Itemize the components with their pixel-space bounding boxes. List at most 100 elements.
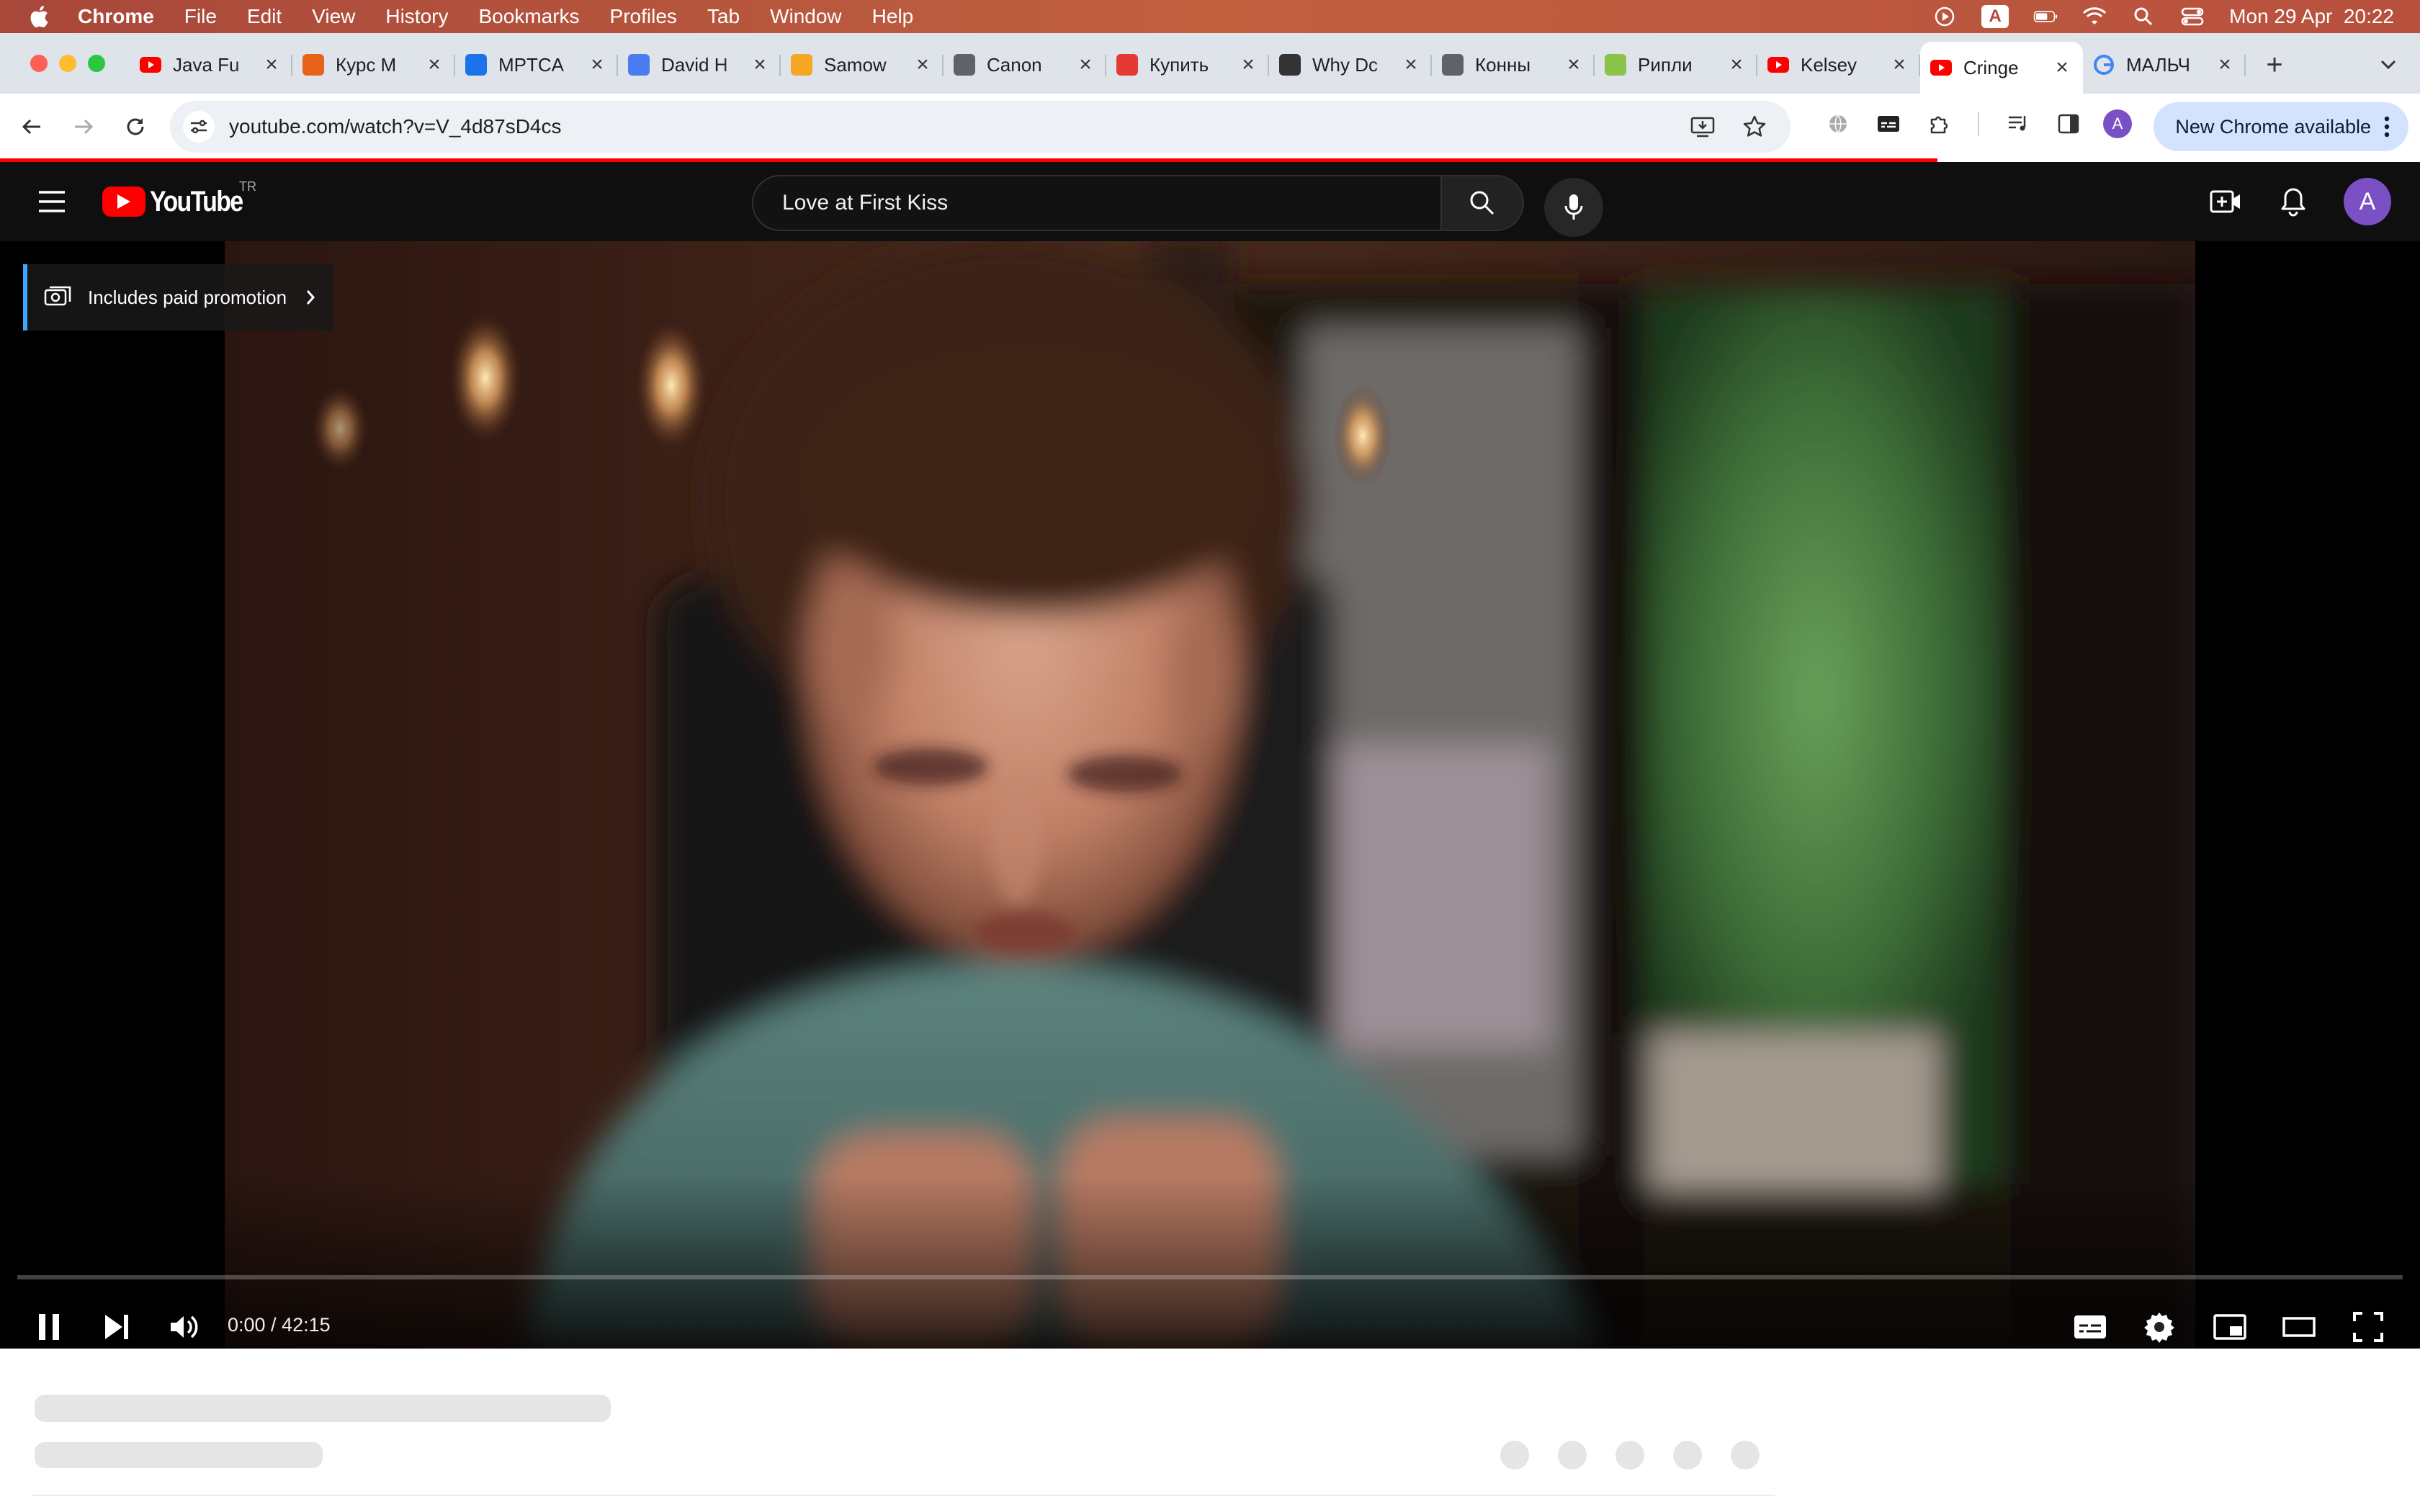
browser-tab[interactable]: David H × — [618, 42, 781, 88]
browser-tab[interactable]: Cringe × — [1920, 42, 2083, 94]
tab-title: Рипли — [1638, 53, 1693, 76]
menu-profiles[interactable]: Profiles — [610, 5, 677, 28]
pause-button[interactable] — [23, 1301, 75, 1349]
close-tab-icon[interactable]: × — [749, 53, 771, 76]
subtitles-button[interactable] — [2064, 1301, 2116, 1349]
tab-title: МАЛЬЧ — [2126, 53, 2190, 76]
close-tab-icon[interactable]: × — [424, 53, 445, 76]
site-info-tune-icon[interactable] — [183, 111, 215, 143]
settings-button[interactable] — [2133, 1301, 2185, 1349]
forward-arrow-icon[interactable] — [65, 108, 102, 145]
guide-menu-icon[interactable] — [36, 188, 68, 215]
notifications-bell-icon[interactable] — [2276, 184, 2311, 219]
close-tab-icon[interactable]: × — [1400, 53, 1422, 76]
channel-skeleton — [35, 1442, 323, 1468]
volume-icon — [171, 1315, 198, 1338]
create-video-icon[interactable] — [2208, 184, 2243, 219]
action-skeleton-dot — [1615, 1441, 1644, 1470]
install-app-icon[interactable] — [1687, 111, 1718, 143]
menu-window[interactable]: Window — [770, 5, 842, 28]
voice-search-button[interactable] — [1544, 178, 1603, 237]
screen-record-icon[interactable] — [1932, 6, 1957, 27]
browser-tab[interactable]: Курс M × — [292, 42, 455, 88]
account-avatar[interactable]: A — [2344, 178, 2391, 225]
menubar-clock[interactable]: Mon 29 Apr 20:22 — [2229, 5, 2394, 28]
new-chrome-available-button[interactable]: New Chrome available — [2154, 102, 2408, 151]
browser-tab[interactable]: Canon × — [944, 42, 1106, 88]
translate-globe-icon[interactable] — [1822, 108, 1854, 140]
profile-avatar-small[interactable]: A — [2103, 109, 2132, 138]
macos-menu-bar: Chrome File Edit View History Bookmarks … — [0, 0, 2420, 33]
close-tab-icon[interactable]: × — [912, 53, 933, 76]
search-input[interactable] — [753, 176, 1441, 230]
mute-button[interactable] — [158, 1301, 210, 1349]
browser-tab[interactable]: Рипли × — [1595, 42, 1757, 88]
menu-tab[interactable]: Tab — [707, 5, 740, 28]
close-tab-icon[interactable]: × — [586, 53, 608, 76]
reload-icon[interactable] — [117, 108, 154, 145]
paid-promotion-chip[interactable]: Includes paid promotion — [23, 264, 333, 330]
menu-history[interactable]: History — [385, 5, 448, 28]
captions-extension-icon[interactable] — [1873, 108, 1904, 140]
url-text[interactable]: youtube.com/watch?v=V_4d87sD4cs — [229, 115, 562, 138]
window-close-button[interactable] — [30, 55, 48, 72]
close-tab-icon[interactable]: × — [1563, 53, 1585, 76]
browser-tab[interactable]: Why Dc × — [1269, 42, 1432, 88]
battery-icon[interactable] — [2033, 6, 2058, 27]
theater-mode-button[interactable] — [2273, 1301, 2325, 1349]
media-control-icon[interactable] — [2002, 108, 2034, 140]
time-display: 0:00 / 42:15 — [228, 1314, 331, 1336]
browser-tab[interactable]: МАЛЬЧ × — [2083, 42, 2246, 88]
youtube-logo[interactable]: YouTube TR — [102, 179, 259, 220]
menu-file[interactable]: File — [184, 5, 217, 28]
close-tab-icon[interactable]: × — [2214, 53, 2236, 76]
close-tab-icon[interactable]: × — [1888, 53, 1910, 76]
country-code: TR — [239, 179, 256, 194]
progress-bar[interactable] — [17, 1275, 2403, 1279]
close-tab-icon[interactable]: × — [2051, 55, 2073, 79]
miniplayer-button[interactable] — [2204, 1301, 2256, 1349]
fullscreen-button[interactable] — [2342, 1301, 2394, 1349]
spotlight-search-icon[interactable] — [2131, 6, 2156, 27]
video-player[interactable]: Includes paid promotion 0:00 / 42:15 — [0, 241, 2420, 1349]
menu-help[interactable]: Help — [872, 5, 914, 28]
control-center-icon[interactable] — [2180, 6, 2205, 27]
browser-tab[interactable]: Samow × — [781, 42, 944, 88]
section-divider — [32, 1495, 1775, 1496]
bookmark-star-icon[interactable] — [1739, 111, 1770, 143]
browser-tab[interactable]: Java Fu × — [130, 42, 292, 88]
search-button[interactable] — [1440, 176, 1523, 230]
close-tab-icon[interactable]: × — [1237, 53, 1259, 76]
browser-tab[interactable]: MPTCA × — [455, 42, 618, 88]
tab-list: Java Fu × Курс M × MPTCA × David H × Samow × Canon… — [130, 42, 2246, 94]
input-source-badge[interactable]: A — [1981, 5, 2009, 28]
close-tab-icon[interactable]: × — [261, 53, 282, 76]
window-zoom-button[interactable] — [88, 55, 105, 72]
youtube-icon — [1930, 57, 1952, 78]
menu-edit[interactable]: Edit — [247, 5, 282, 28]
menu-chrome[interactable]: Chrome — [78, 5, 154, 28]
paid-promotion-label: Includes paid promotion — [88, 286, 287, 308]
close-tab-icon[interactable]: × — [1726, 53, 1747, 76]
tab-title: MPTCA — [498, 53, 564, 76]
tab-search-chevron-icon[interactable] — [2374, 50, 2403, 79]
tab-title: Cringe — [1963, 56, 2019, 78]
browser-tab[interactable]: Конны × — [1432, 42, 1595, 88]
browser-tab[interactable]: Kelsey × — [1757, 42, 1920, 88]
window-minimize-button[interactable] — [59, 55, 76, 72]
new-tab-button[interactable]: + — [2260, 49, 2289, 81]
browser-tab[interactable]: Купить × — [1106, 42, 1269, 88]
wifi-icon[interactable] — [2082, 6, 2107, 27]
close-tab-icon[interactable]: × — [1075, 53, 1096, 76]
menu-view[interactable]: View — [312, 5, 355, 28]
globe-icon — [954, 54, 975, 76]
search-icon — [1470, 191, 1494, 215]
next-video-button[interactable] — [91, 1301, 143, 1349]
menu-bookmarks[interactable]: Bookmarks — [478, 5, 579, 28]
extensions-puzzle-icon[interactable] — [1923, 108, 1955, 140]
address-bar[interactable]: youtube.com/watch?v=V_4d87sD4cs — [170, 101, 1791, 153]
back-arrow-icon[interactable] — [13, 108, 50, 145]
play-arrow-icon — [791, 54, 812, 76]
apple-logo-icon[interactable] — [26, 4, 52, 30]
side-panel-icon[interactable] — [2053, 108, 2084, 140]
